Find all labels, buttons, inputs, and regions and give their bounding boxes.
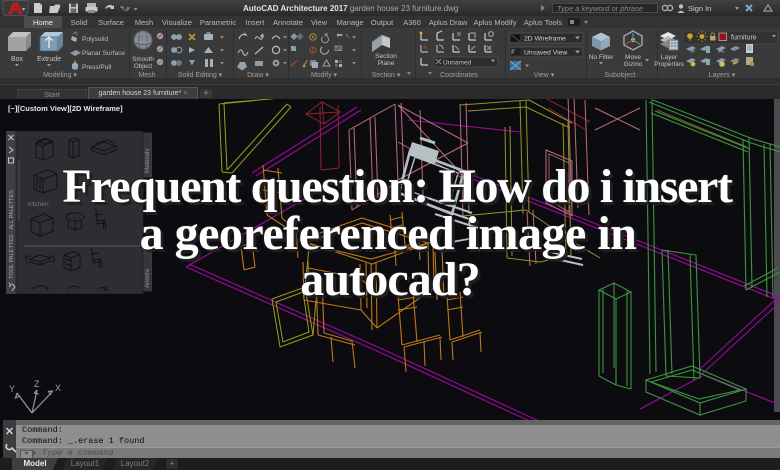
svg-text:X: X [55,383,61,393]
svg-text:Box: Box [11,56,24,63]
svg-text:View ▾: View ▾ [534,72,555,79]
svg-text:2D Wireframe: 2D Wireframe [524,36,566,43]
svg-text:Plane: Plane [378,60,395,67]
svg-text:Mesh: Mesh [138,72,155,79]
svg-text:Materials: Materials [145,149,151,173]
svg-text:Extrude: Extrude [37,56,61,63]
svg-text:Layers ▾: Layers ▾ [709,72,736,79]
svg-text:Properties: Properties [654,61,684,68]
svg-text:Solid Editing ▾: Solid Editing ▾ [178,72,223,79]
svg-text:Modeling ▾: Modeling ▾ [43,72,77,79]
svg-text:Unnamed: Unnamed [443,60,472,67]
svg-text:Press/Pull: Press/Pull [82,64,112,71]
svg-text:Section: Section [375,53,397,60]
svg-text:Polysolid: Polysolid [82,36,108,43]
svg-text:No Filter: No Filter [589,54,614,61]
svg-text:Layer: Layer [661,54,678,61]
svg-text:Coordinates: Coordinates [440,72,478,79]
svg-text:kitchen: kitchen [28,201,49,208]
svg-text:Modify ▾: Modify ▾ [311,72,338,79]
svg-text:Move: Move [625,54,641,61]
svg-text:Gizmo: Gizmo [624,61,643,68]
svg-text:Unsaved View: Unsaved View [524,50,567,57]
svg-text:TOOL PALETTES - ALL PALETTES: TOOL PALETTES - ALL PALETTES [9,190,15,279]
svg-text:Subobject: Subobject [604,72,635,79]
svg-text:Smooth: Smooth [132,56,154,63]
svg-text:Y: Y [9,384,15,394]
svg-text:Z: Z [34,379,40,389]
svg-text:Planar Surface: Planar Surface [82,50,125,57]
svg-text:Annota: Annota [145,268,151,288]
svg-text:[−][Custom View][2D Wireframe]: [−][Custom View][2D Wireframe] [8,104,123,113]
svg-text:Section ▾: Section ▾ [372,72,401,79]
svg-text:Sign In: Sign In [688,4,711,13]
svg-text:furniture: furniture [731,35,757,42]
svg-text:Draw ▾: Draw ▾ [247,72,269,79]
svg-text:Object: Object [134,63,152,70]
